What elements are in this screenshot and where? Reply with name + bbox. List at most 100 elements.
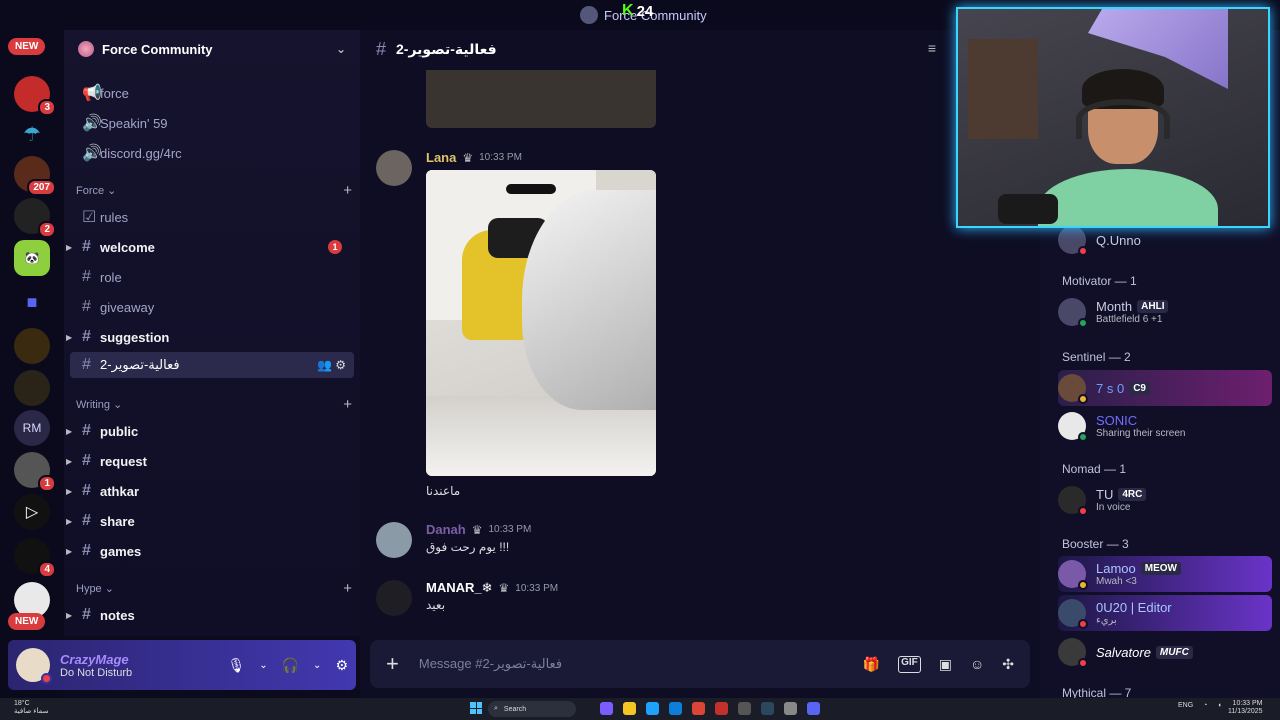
server-icon[interactable]: 207 — [14, 156, 56, 196]
server-header[interactable]: Force Community ⌄ — [64, 30, 360, 68]
category-hype[interactable]: Hype ⌄ + — [76, 580, 352, 597]
chevron-down-icon[interactable]: ⌄ — [259, 660, 267, 671]
member-row[interactable]: SONIC Sharing their screen — [1058, 408, 1272, 444]
member-row[interactable]: 7 s 0 C9 — [1058, 370, 1272, 406]
language-indicator[interactable]: ENG — [1178, 702, 1193, 709]
play-server-icon[interactable]: ▷ — [14, 494, 50, 530]
channel-photo-event[interactable]: #2-فعالية-تصوير 👥 ⚙ — [70, 352, 354, 378]
avatar — [1058, 298, 1088, 328]
message-composer[interactable]: + Message #2-فعالية-تصوير 🎁 GIF ▣ ☺ ✣ — [370, 640, 1030, 688]
weather-widget[interactable]: 18°C سماء صافية — [14, 700, 49, 716]
message-input[interactable]: Message #2-فعالية-تصوير — [419, 656, 562, 672]
emoji-icon[interactable]: ☺ — [970, 656, 984, 673]
taskbar-clock[interactable]: 10:33 PM 11/13/2025 — [1228, 700, 1263, 716]
avatar[interactable] — [376, 150, 412, 186]
apps-icon[interactable]: ✣ — [1002, 656, 1014, 673]
folder-icon[interactable]: ■ — [14, 284, 50, 320]
avatar[interactable] — [376, 580, 412, 616]
server-badge-icon — [78, 41, 94, 57]
app-icon[interactable] — [669, 702, 682, 715]
message-author[interactable]: Danah — [426, 522, 466, 537]
taskbar-search[interactable]: ⌕ Search — [488, 701, 576, 717]
app-icon[interactable] — [715, 702, 728, 715]
server-icon[interactable] — [14, 370, 50, 406]
channel-request[interactable]: ▶ # request — [66, 448, 354, 474]
message-author[interactable]: MANAR_❄ — [426, 580, 493, 596]
start-icon[interactable] — [470, 702, 482, 714]
avatar[interactable] — [376, 522, 412, 558]
member-row[interactable]: Lamoo MEOW Mwah <3 — [1058, 556, 1272, 592]
server-icon[interactable]: 3 — [14, 76, 56, 116]
folder-icon[interactable] — [623, 702, 636, 715]
server-icon-rm[interactable]: RM — [14, 410, 50, 446]
add-channel-icon[interactable]: + — [343, 580, 352, 597]
add-attachment-icon[interactable]: + — [386, 651, 399, 677]
member-row[interactable]: Salvatore MUFC — [1058, 634, 1272, 670]
caret-icon: ▶ — [66, 242, 73, 252]
chevron-down-icon[interactable]: ⌄ — [313, 660, 321, 671]
app-icon[interactable] — [738, 702, 751, 715]
system-tray[interactable]: ENG ◔ ◖ — [1178, 702, 1222, 709]
avatar[interactable] — [16, 648, 52, 684]
server-icon[interactable]: 4 — [14, 538, 56, 578]
chat-area: # 2-فعالية-تصوير ≡ Lana ♛ 10:33 PM ماعند… — [360, 30, 1040, 698]
category-force[interactable]: Force ⌄ + — [76, 182, 352, 199]
sticker-icon[interactable]: ▣ — [939, 656, 952, 673]
message-author[interactable]: Lana — [426, 150, 456, 165]
image-attachment[interactable] — [426, 170, 656, 476]
channel-welcome[interactable]: ▶ # welcome 1 — [66, 234, 354, 260]
channel-games[interactable]: ▶ # games — [66, 538, 354, 564]
hash-icon: # — [82, 482, 91, 499]
webcam-overlay — [956, 7, 1270, 228]
member-row[interactable]: 0U20 | Editor بريء — [1058, 595, 1272, 631]
threads-icon[interactable]: ≡ — [928, 40, 936, 56]
channel-invite[interactable]: 🔊 discord.gg/4rc — [70, 140, 354, 166]
channel-athkar[interactable]: ▶ # athkar — [66, 478, 354, 504]
edge-icon[interactable] — [646, 702, 659, 715]
caret-icon: ▶ — [66, 486, 73, 496]
server-icon[interactable]: 2 — [14, 198, 56, 238]
channel-sidebar: Force Community ⌄ 📢 force 🔊 Speakin' 59 🔊 d… — [64, 30, 360, 636]
avatar — [1058, 560, 1088, 590]
settings-gear-icon[interactable]: ⚙ — [335, 657, 348, 674]
channel-role[interactable]: # role — [70, 264, 354, 290]
channel-share[interactable]: ▶ # share — [66, 508, 354, 534]
mention-badge: 4 — [38, 561, 56, 578]
category-writing[interactable]: Writing ⌄ + — [76, 396, 352, 413]
discord-icon[interactable] — [807, 702, 820, 715]
channel-speakin[interactable]: 🔊 Speakin' 59 — [70, 110, 354, 136]
gif-icon[interactable]: GIF — [898, 655, 921, 673]
server-icon[interactable]: 1 — [14, 452, 56, 492]
channel-force[interactable]: 📢 force — [70, 80, 354, 106]
user-info[interactable]: CrazyMage Do Not Disturb — [60, 652, 132, 679]
channel-public[interactable]: ▶ # public — [66, 418, 354, 444]
umbrella-server-icon[interactable]: ☂ — [14, 116, 50, 152]
member-row[interactable]: TU 4RC In voice — [1058, 482, 1272, 518]
mention-badge: 1 — [38, 475, 56, 492]
channel-notes[interactable]: ▶ # notes — [66, 602, 354, 628]
app-icon[interactable] — [784, 702, 797, 715]
voice-icon: 🔊 — [82, 145, 102, 162]
volume-icon[interactable]: ◖ — [1217, 702, 1221, 709]
microphone-icon[interactable]: 🎙 — [227, 657, 245, 674]
add-channel-icon[interactable]: + — [343, 396, 352, 413]
chrome-icon[interactable] — [692, 702, 705, 715]
server-icon[interactable] — [14, 328, 50, 364]
app-icon[interactable] — [600, 702, 613, 715]
server-tag: MEOW — [1140, 562, 1181, 575]
panda-server-icon[interactable]: 🐼 — [14, 240, 50, 276]
message-time: 10:33 PM — [488, 524, 532, 535]
voice-icon: 🔊 — [82, 115, 102, 132]
wifi-icon[interactable]: ◔ — [1203, 702, 1207, 709]
taskbar-apps — [600, 702, 820, 715]
add-channel-icon[interactable]: + — [343, 182, 352, 199]
member-row[interactable]: Month AHLI Battlefield 6 +1 — [1058, 294, 1272, 330]
channel-suggestion[interactable]: ▶ # suggestion — [66, 324, 354, 350]
channel-settings-icons[interactable]: 👥 ⚙ — [317, 358, 346, 372]
channel-rules[interactable]: ☑ rules — [70, 204, 354, 230]
gift-icon[interactable]: 🎁 — [863, 656, 880, 673]
previous-image-attachment[interactable] — [426, 70, 656, 128]
channel-giveaway[interactable]: # giveaway — [70, 294, 354, 320]
steam-icon[interactable] — [761, 702, 774, 715]
headphones-icon[interactable]: 🎧 — [282, 657, 299, 674]
